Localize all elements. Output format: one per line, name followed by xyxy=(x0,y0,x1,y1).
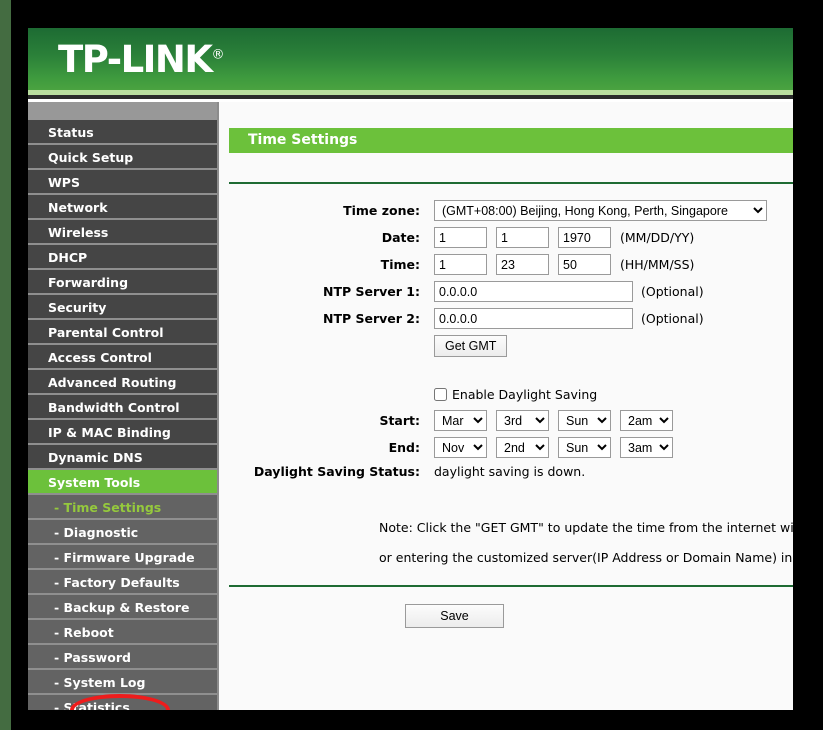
sidebar-item-firmware-upgrade[interactable]: - Firmware Upgrade xyxy=(28,545,217,570)
trademark-symbol: ® xyxy=(212,48,224,63)
dst-end-week-select[interactable]: 2nd xyxy=(496,437,549,458)
sidebar-item-diagnostic[interactable]: - Diagnostic xyxy=(28,520,217,545)
date-format-hint: (MM/DD/YY) xyxy=(620,230,694,245)
brand-banner: TP-LINK® xyxy=(28,28,793,90)
sidebar-item-advanced-routing[interactable]: Advanced Routing xyxy=(28,370,217,395)
page-body: StatusQuick SetupWPSNetworkWirelessDHCPF… xyxy=(28,102,793,710)
date-row: Date: (MM/DD/YY) xyxy=(219,227,793,248)
time-hour-input[interactable] xyxy=(434,254,487,275)
note-text: Note: Click the "GET GMT" to update the … xyxy=(379,513,793,573)
dst-start-hour-select[interactable]: 2am xyxy=(620,410,673,431)
bottom-divider xyxy=(229,585,793,587)
get-gmt-button[interactable]: Get GMT xyxy=(434,335,507,357)
sidebar-item-system-tools[interactable]: System Tools xyxy=(28,470,217,495)
dst-end-label: End: xyxy=(219,440,434,455)
ntp-server-1-label: NTP Server 1: xyxy=(219,284,434,299)
timezone-label: Time zone: xyxy=(219,203,434,218)
dst-start-label: Start: xyxy=(219,413,434,428)
ntp-server-2-hint: (Optional) xyxy=(641,311,704,326)
enable-daylight-saving-row: Enable Daylight Saving xyxy=(219,387,793,402)
date-day-input[interactable] xyxy=(496,227,549,248)
dst-start-month-select[interactable]: Mar xyxy=(434,410,487,431)
note-line-1: Note: Click the "GET GMT" to update the … xyxy=(379,513,793,543)
sidebar-item-access-control[interactable]: Access Control xyxy=(28,345,217,370)
sidebar-item-statistics[interactable]: - Statistics xyxy=(28,695,217,710)
sidebar-item-factory-defaults[interactable]: - Factory Defaults xyxy=(28,570,217,595)
dst-start-day-select[interactable]: Sun xyxy=(558,410,611,431)
sidebar-top-band xyxy=(28,102,217,120)
dst-status-value: daylight saving is down. xyxy=(434,464,585,479)
ntp-server-1-row: NTP Server 1: (Optional) xyxy=(219,281,793,302)
sidebar-item-security[interactable]: Security xyxy=(28,295,217,320)
sidebar-nav: StatusQuick SetupWPSNetworkWirelessDHCPF… xyxy=(28,102,219,710)
sidebar-item-system-log[interactable]: - System Log xyxy=(28,670,217,695)
time-format-hint: (HH/MM/SS) xyxy=(620,257,694,272)
sidebar-item-dhcp[interactable]: DHCP xyxy=(28,245,217,270)
time-minute-input[interactable] xyxy=(496,254,549,275)
top-divider xyxy=(229,182,793,184)
sidebar-item-time-settings[interactable]: - Time Settings xyxy=(28,495,217,520)
dst-end-row: End: Nov 2nd Sun 3am xyxy=(219,437,793,458)
sidebar-item-wps[interactable]: WPS xyxy=(28,170,217,195)
sidebar-item-forwarding[interactable]: Forwarding xyxy=(28,270,217,295)
sidebar-item-wireless[interactable]: Wireless xyxy=(28,220,217,245)
sidebar-item-network[interactable]: Network xyxy=(28,195,217,220)
ntp-server-1-input[interactable] xyxy=(434,281,633,302)
dst-end-hour-select[interactable]: 3am xyxy=(620,437,673,458)
dst-end-month-select[interactable]: Nov xyxy=(434,437,487,458)
dst-start-row: Start: Mar 3rd Sun 2am xyxy=(219,410,793,431)
time-row: Time: (HH/MM/SS) xyxy=(219,254,793,275)
sidebar-item-status[interactable]: Status xyxy=(28,120,217,145)
enable-daylight-saving-checkbox[interactable] xyxy=(434,388,447,401)
tp-link-logo: TP-LINK® xyxy=(58,38,223,81)
date-year-input[interactable] xyxy=(558,227,611,248)
timezone-row: Time zone: (GMT+08:00) Beijing, Hong Kon… xyxy=(219,200,793,221)
sidebar-item-ip-mac-binding[interactable]: IP & MAC Binding xyxy=(28,420,217,445)
router-admin-page: TP-LINK® StatusQuick SetupWPSNetworkWire… xyxy=(28,28,793,710)
ntp-server-2-row: NTP Server 2: (Optional) xyxy=(219,308,793,329)
ntp-server-2-input[interactable] xyxy=(434,308,633,329)
time-second-input[interactable] xyxy=(558,254,611,275)
sidebar-item-reboot[interactable]: - Reboot xyxy=(28,620,217,645)
page-title: Time Settings xyxy=(229,128,793,153)
note-line-2: or entering the customized server(IP Add… xyxy=(379,543,793,573)
sidebar-item-parental-control[interactable]: Parental Control xyxy=(28,320,217,345)
dst-start-week-select[interactable]: 3rd xyxy=(496,410,549,431)
time-settings-form: Time zone: (GMT+08:00) Beijing, Hong Kon… xyxy=(219,200,793,628)
sidebar-item-quick-setup[interactable]: Quick Setup xyxy=(28,145,217,170)
get-gmt-row: Get GMT xyxy=(219,335,793,357)
sidebar-item-backup-restore[interactable]: - Backup & Restore xyxy=(28,595,217,620)
save-row: Save xyxy=(405,604,793,628)
sidebar-item-password[interactable]: - Password xyxy=(28,645,217,670)
logo-text: TP-LINK xyxy=(58,38,212,81)
ntp-server-2-label: NTP Server 2: xyxy=(219,311,434,326)
dst-status-row: Daylight Saving Status: daylight saving … xyxy=(219,464,793,479)
date-label: Date: xyxy=(219,230,434,245)
desktop-left-strip xyxy=(0,0,11,730)
sidebar-menu-list: StatusQuick SetupWPSNetworkWirelessDHCPF… xyxy=(28,120,217,710)
time-label: Time: xyxy=(219,257,434,272)
ntp-server-1-hint: (Optional) xyxy=(641,284,704,299)
sidebar-item-dynamic-dns[interactable]: Dynamic DNS xyxy=(28,445,217,470)
dst-end-day-select[interactable]: Sun xyxy=(558,437,611,458)
content-area: Time Settings Time zone: (GMT+08:00) Bei… xyxy=(219,102,793,710)
timezone-select[interactable]: (GMT+08:00) Beijing, Hong Kong, Perth, S… xyxy=(434,200,767,221)
sidebar-item-bandwidth-control[interactable]: Bandwidth Control xyxy=(28,395,217,420)
dst-status-label: Daylight Saving Status: xyxy=(219,464,434,479)
date-month-input[interactable] xyxy=(434,227,487,248)
save-button[interactable]: Save xyxy=(405,604,504,628)
enable-daylight-saving-label: Enable Daylight Saving xyxy=(452,387,597,402)
